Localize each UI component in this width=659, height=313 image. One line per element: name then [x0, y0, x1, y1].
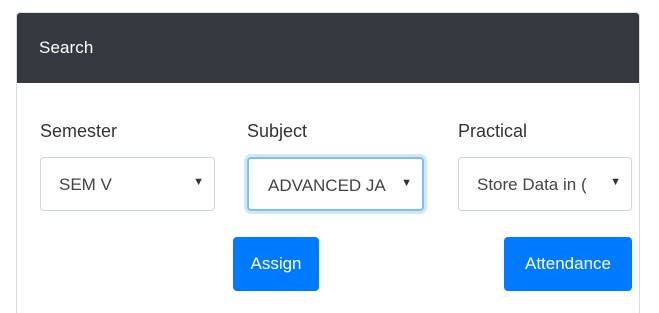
practical-select-value: Store Data in (	[477, 175, 587, 194]
semester-label: Semester	[40, 121, 118, 141]
card-title: Search	[39, 38, 94, 57]
subject-label: Subject	[247, 121, 308, 141]
practical-label: Practical	[458, 121, 528, 141]
subject-select[interactable]: ADVANCED JA ▼	[247, 157, 424, 211]
caret-down-icon: ▼	[401, 177, 412, 189]
assign-button[interactable]: Assign	[233, 237, 319, 291]
semester-select-value: SEM V	[59, 175, 112, 194]
search-card: Search Semester Subject Practical SEM V …	[16, 12, 640, 313]
semester-select[interactable]: SEM V ▼	[40, 157, 215, 211]
practical-select[interactable]: Store Data in ( ▼	[458, 157, 632, 211]
caret-down-icon: ▼	[610, 176, 621, 188]
caret-down-icon: ▼	[193, 176, 204, 188]
subject-select-value: ADVANCED JA	[268, 176, 386, 195]
card-header: Search	[17, 13, 639, 83]
attendance-button[interactable]: Attendance	[504, 237, 632, 291]
